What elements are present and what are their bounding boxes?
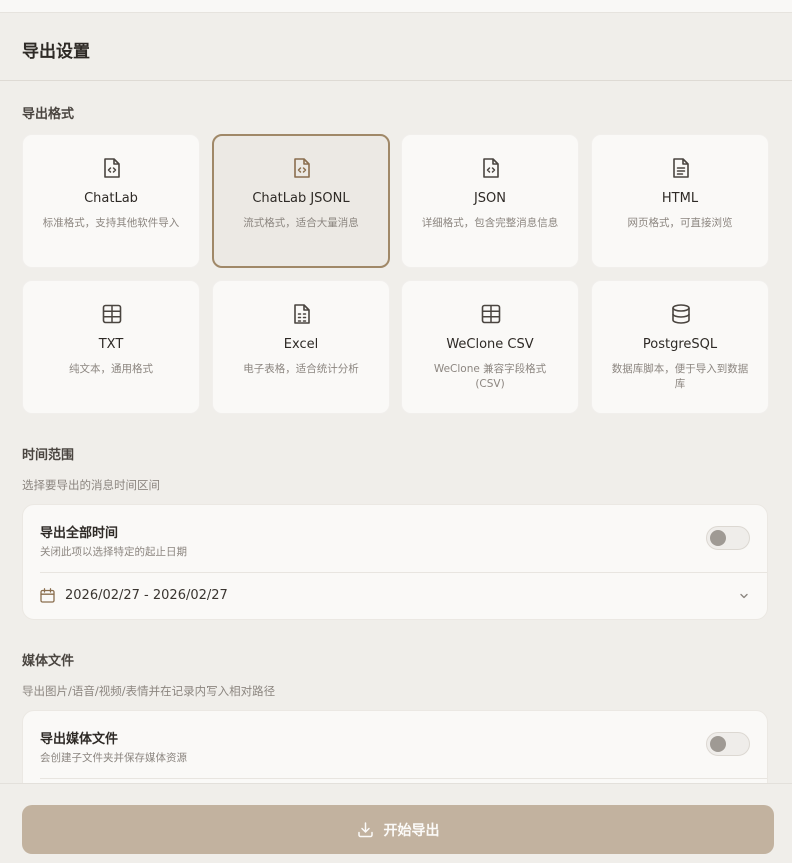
download-icon (357, 822, 373, 838)
divider (40, 778, 767, 779)
format-card-name: JSON (473, 191, 507, 206)
format-card-name: PostgreSQL (642, 337, 718, 352)
top-strip (0, 0, 792, 13)
format-card-chatlab-jsonl[interactable]: ChatLab JSONL 流式格式，适合大量消息 (212, 134, 390, 268)
format-card-name: WeClone CSV (446, 337, 534, 352)
date-range-picker[interactable]: 2026/02/27 - 2026/02/27 (23, 572, 767, 619)
start-export-button[interactable]: 开始导出 (22, 805, 774, 854)
format-card-desc: 详细格式，包含完整消息信息 (421, 217, 559, 229)
chevron-down-icon (740, 593, 748, 599)
export-all-time-sub: 关闭此项以选择特定的起止日期 (40, 546, 187, 558)
export-all-time-toggle[interactable] (706, 526, 750, 550)
format-card-name: HTML (661, 191, 699, 206)
calendar-icon (40, 588, 55, 603)
file-spreadsheet-icon (294, 304, 310, 324)
time-section-title: 时间范围 (22, 448, 75, 463)
format-card-excel[interactable]: Excel 电子表格，适合统计分析 (212, 280, 390, 414)
toggle-knob (710, 736, 726, 752)
format-card-name: TXT (98, 337, 124, 352)
footer-bar: 开始导出 (0, 783, 792, 863)
format-card-desc: 电子表格，适合统计分析 (243, 363, 359, 375)
export-all-time-title: 导出全部时间 (40, 526, 119, 541)
format-card-desc: 流式格式，适合大量消息 (243, 217, 359, 229)
time-section-desc: 选择要导出的消息时间区间 (22, 478, 160, 492)
export-media-title: 导出媒体文件 (40, 732, 119, 747)
format-card-name: Excel (283, 337, 319, 352)
page-header: 导出设置 (0, 13, 792, 81)
file-code-icon (294, 158, 310, 178)
format-card-desc: 纯文本，通用格式 (69, 363, 153, 375)
format-card-desc: 数据库脚本，便于导入到数据库 (611, 363, 749, 390)
format-card-html[interactable]: HTML 网页格式，可直接浏览 (591, 134, 769, 268)
format-card-name: ChatLab (84, 191, 138, 206)
format-card-desc: 网页格式，可直接浏览 (627, 217, 733, 229)
date-range-value: 2026/02/27 - 2026/02/27 (65, 588, 228, 603)
table-icon (102, 304, 122, 324)
table-icon (481, 304, 501, 324)
format-card-chatlab[interactable]: ChatLab 标准格式，支持其他软件导入 (22, 134, 200, 268)
format-card-postgresql[interactable]: PostgreSQL 数据库脚本，便于导入到数据库 (591, 280, 769, 414)
media-section-desc: 导出图片/语音/视频/表情并在记录内写入相对路径 (22, 684, 276, 698)
toggle-knob (710, 530, 726, 546)
format-card-json[interactable]: JSON 详细格式，包含完整消息信息 (401, 134, 579, 268)
format-card-txt[interactable]: TXT 纯文本，通用格式 (22, 280, 200, 414)
format-section-title: 导出格式 (22, 107, 75, 122)
file-text-icon (673, 158, 689, 178)
export-media-toggle[interactable] (706, 732, 750, 756)
page-title: 导出设置 (22, 42, 90, 62)
export-media-sub: 会创建子文件夹并保存媒体资源 (40, 752, 187, 764)
database-icon (672, 304, 690, 324)
format-card-weclone-csv[interactable]: WeClone CSV WeClone 兼容字段格式 (CSV) (401, 280, 579, 414)
media-section-title: 媒体文件 (22, 654, 75, 669)
start-export-label: 开始导出 (383, 822, 440, 839)
format-card-desc: WeClone 兼容字段格式 (CSV) (433, 363, 547, 390)
file-code-icon (483, 158, 499, 178)
format-card-name: ChatLab JSONL (252, 191, 350, 206)
file-code-icon (104, 158, 120, 178)
time-range-panel: 导出全部时间 关闭此项以选择特定的起止日期 2026/02/27 - 2026/… (22, 504, 768, 620)
format-card-desc: 标准格式，支持其他软件导入 (42, 217, 180, 229)
